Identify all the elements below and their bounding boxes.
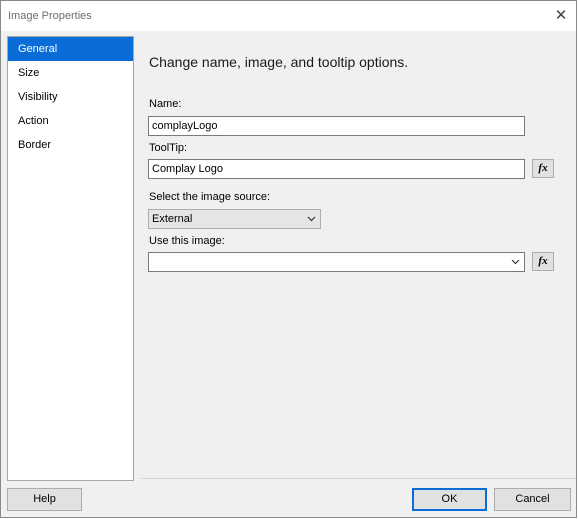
chevron-down-icon xyxy=(307,216,316,222)
title-bar: Image Properties ✕ xyxy=(1,1,576,31)
page-heading: Change name, image, and tooltip options. xyxy=(149,54,409,70)
ok-button[interactable]: OK xyxy=(412,488,487,511)
image-properties-dialog: Image Properties ✕ General Size Visibili… xyxy=(0,0,577,518)
tooltip-field[interactable]: Complay Logo xyxy=(148,159,525,179)
use-image-select[interactable] xyxy=(148,252,525,272)
chevron-down-icon xyxy=(511,259,520,265)
image-source-label: Select the image source: xyxy=(149,191,271,203)
use-image-value xyxy=(149,256,152,268)
image-source-value: External xyxy=(152,213,193,225)
name-field[interactable]: complayLogo xyxy=(148,116,525,136)
sidebar-item-general[interactable]: General xyxy=(8,37,133,61)
page-navigation: General Size Visibility Action Border xyxy=(7,36,134,481)
image-expression-button[interactable]: fx xyxy=(532,252,554,271)
image-source-select[interactable]: External xyxy=(148,209,321,229)
help-button[interactable]: Help xyxy=(7,488,82,511)
tooltip-label: ToolTip: xyxy=(149,142,188,154)
cancel-button[interactable]: Cancel xyxy=(494,488,571,511)
name-label: Name: xyxy=(149,98,182,110)
sidebar-item-size[interactable]: Size xyxy=(8,61,133,85)
close-icon[interactable]: ✕ xyxy=(552,7,570,25)
window-title: Image Properties xyxy=(8,10,92,22)
sidebar-item-visibility[interactable]: Visibility xyxy=(8,85,133,109)
use-image-label: Use this image: xyxy=(149,235,225,247)
tooltip-expression-button[interactable]: fx xyxy=(532,159,554,178)
sidebar-item-action[interactable]: Action xyxy=(8,109,133,133)
sidebar-item-border[interactable]: Border xyxy=(8,133,133,157)
footer-separator xyxy=(141,478,576,479)
